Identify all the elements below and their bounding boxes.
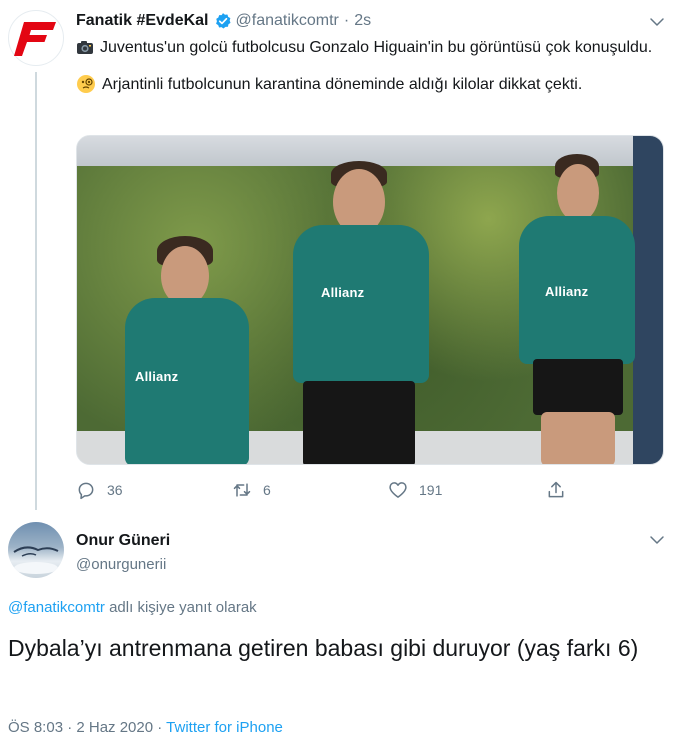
photo-player-right: Allianz xyxy=(517,154,637,464)
parent-time[interactable]: 2s xyxy=(354,12,371,30)
verified-badge-icon xyxy=(215,13,230,29)
reply-handle[interactable]: @onurgunerii xyxy=(76,556,166,573)
retweet-button[interactable]: 6 xyxy=(232,480,271,500)
reply-count: 36 xyxy=(107,482,123,498)
photo-pole xyxy=(633,136,663,464)
photo-sponsor-text-1: Allianz xyxy=(135,369,179,384)
photo-sponsor-text-3: Allianz xyxy=(545,284,589,299)
thread-line xyxy=(35,72,37,510)
chevron-down-icon[interactable] xyxy=(648,531,666,549)
reply-button[interactable]: 36 xyxy=(76,480,123,500)
parent-tweet-text: Juventus'un golcü futbolcusu Gonzalo Hig… xyxy=(76,36,666,96)
parent-text-line-1: Juventus'un golcü futbolcusu Gonzalo Hig… xyxy=(100,39,653,56)
fanatik-avatar[interactable] xyxy=(8,10,64,66)
photo-sponsor-text-2: Allianz xyxy=(321,285,365,300)
reply-display-name[interactable]: Onur Güneri xyxy=(76,532,170,550)
photo-player-middle: Allianz xyxy=(287,161,437,464)
like-count: 191 xyxy=(419,482,443,498)
header-separator: · xyxy=(343,12,350,29)
parent-display-name[interactable]: Fanatik #EvdeKal xyxy=(76,12,209,30)
parent-handle[interactable]: @fanatikcomtr xyxy=(236,12,339,30)
reply-tweet-text: Dybala’yı antrenmana getiren babası gibi… xyxy=(8,635,639,661)
meta-separator: · xyxy=(153,719,167,736)
retweet-icon xyxy=(233,483,251,497)
reply-mention-link[interactable]: @fanatikcomtr xyxy=(8,599,105,616)
avatar-image xyxy=(13,546,59,574)
tweet-metadata: ÖS 8:03 · 2 Haz 2020 · Twitter for iPhon… xyxy=(8,719,283,736)
reply-icon xyxy=(78,482,94,500)
tweet-timestamp[interactable]: ÖS 8:03 · 2 Haz 2020 xyxy=(8,719,153,736)
parent-tweet[interactable]: Fanatik #EvdeKal @fanatikcomtr · 2s Juve… xyxy=(0,0,700,520)
fanatik-logo-icon xyxy=(14,22,56,56)
replying-to-line: @fanatikcomtr adlı kişiye yanıt olarak xyxy=(8,599,257,616)
parent-text-line-2: Arjantinli futbolcunun karantina dönemin… xyxy=(102,76,583,93)
like-icon xyxy=(389,482,407,498)
tweet-photo[interactable]: Allianz Allianz Allianz xyxy=(76,135,664,465)
photo-player-left: Allianz xyxy=(117,236,257,464)
parent-tweet-header: Fanatik #EvdeKal @fanatikcomtr · 2s xyxy=(76,12,371,30)
retweet-count: 6 xyxy=(263,482,271,498)
share-button[interactable] xyxy=(546,480,577,500)
parent-action-bar: 36 6 191 xyxy=(76,480,576,502)
reply-author-avatar[interactable] xyxy=(8,522,64,578)
like-button[interactable]: 191 xyxy=(388,480,442,500)
reply-to-suffix: adlı kişiye yanıt olarak xyxy=(104,599,257,616)
share-icon xyxy=(548,481,564,498)
monocle-face-emoji-icon xyxy=(77,75,95,93)
chevron-down-icon[interactable] xyxy=(648,13,666,31)
tweet-source-link[interactable]: Twitter for iPhone xyxy=(166,719,283,736)
camera-emoji-icon xyxy=(77,41,93,54)
